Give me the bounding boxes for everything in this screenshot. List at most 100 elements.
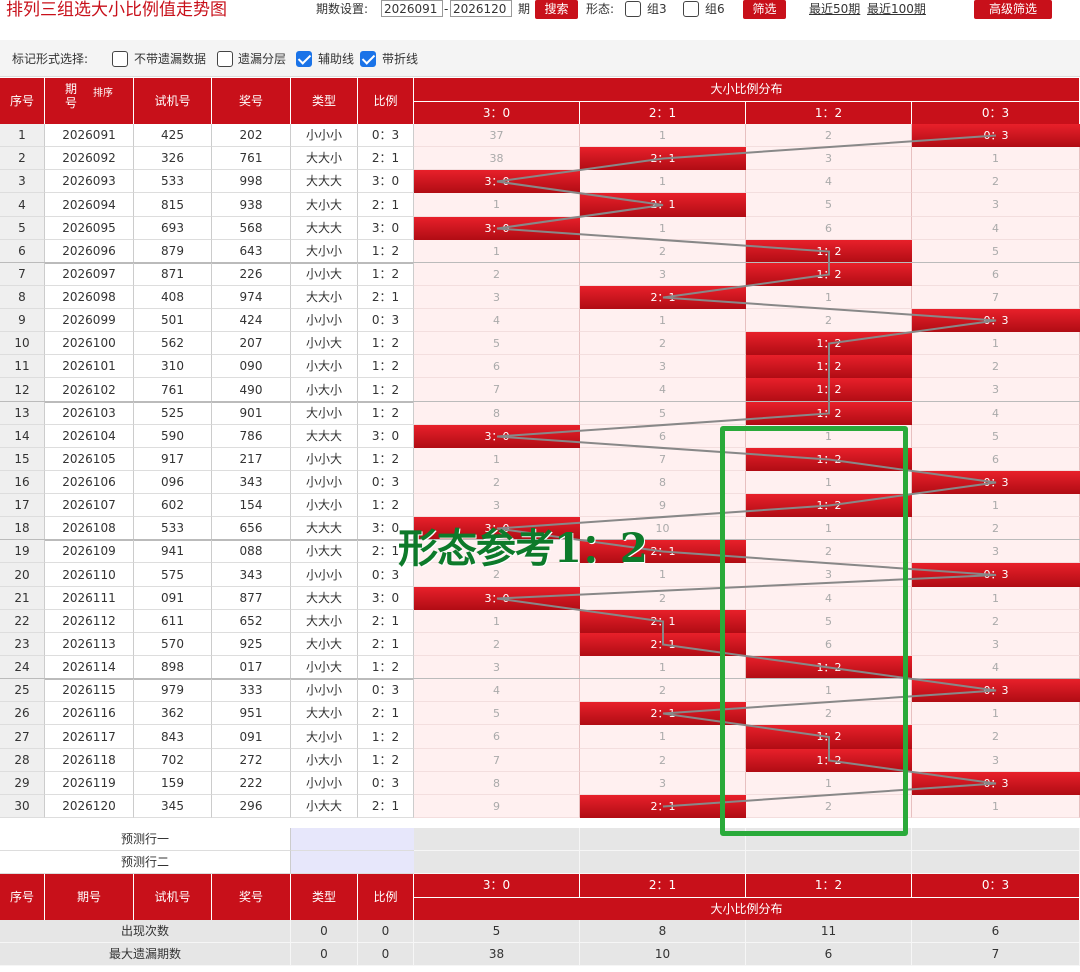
row-award-number: 998 — [212, 170, 291, 193]
row-seq: 13 — [0, 402, 45, 425]
row-ratio: 3：0 — [358, 170, 414, 193]
footer-dist-col: 0：3 — [912, 874, 1080, 897]
predict-row-1-input[interactable] — [291, 828, 414, 851]
row-test-number: 871 — [134, 263, 212, 286]
row-type: 小大小 — [291, 494, 358, 517]
missing-count: 1 — [912, 494, 1080, 517]
hit-marker: 1：2 — [746, 332, 912, 355]
missing-count: 5 — [414, 332, 580, 355]
hit-marker: 3：0 — [414, 425, 580, 448]
row-period: 2026119 — [45, 772, 134, 795]
row-type: 小小大 — [291, 263, 358, 286]
mark-options-label: 标记形式选择: — [12, 52, 89, 66]
hit-marker: 1：2 — [746, 378, 912, 402]
row-test-number: 562 — [134, 332, 212, 355]
missing-count: 2 — [414, 471, 580, 494]
missing-count: 6 — [912, 263, 1080, 286]
predict-row-1-cell[interactable] — [414, 828, 580, 851]
predict-row-1: 预测行一 — [0, 828, 291, 851]
predict-row-2-cell[interactable] — [912, 851, 1080, 874]
row-period: 2026111 — [45, 587, 134, 610]
footer-period: 期号 — [45, 874, 134, 920]
row-ratio: 2：1 — [358, 633, 414, 656]
period-unit-label: 期 — [518, 2, 531, 16]
missing-layer-checkbox[interactable] — [217, 51, 233, 67]
auxiliary-line-checkbox[interactable] — [296, 51, 312, 67]
missing-count: 4 — [746, 170, 912, 193]
footer-seq: 序号 — [0, 874, 45, 920]
footer-dist-col: 3：0 — [414, 874, 580, 897]
start-period-input[interactable]: 2026091 — [381, 0, 443, 17]
row-award-number: 643 — [212, 240, 291, 263]
missing-count: 4 — [912, 402, 1080, 425]
missing-count: 4 — [414, 679, 580, 702]
filter-button[interactable]: 筛选 — [743, 0, 786, 19]
row-ratio: 1：2 — [358, 749, 414, 772]
row-period: 2026095 — [45, 217, 134, 240]
group3-checkbox[interactable] — [625, 1, 641, 17]
row-award-number: 877 — [212, 587, 291, 610]
sort-button[interactable]: 排序 — [93, 88, 113, 100]
row-type: 大大大 — [291, 587, 358, 610]
search-button[interactable]: 搜索 — [535, 0, 578, 19]
missing-count: 3 — [912, 193, 1080, 217]
row-ratio: 1：2 — [358, 725, 414, 749]
advanced-filter-button[interactable]: 高级筛选 — [974, 0, 1052, 19]
recent-50-link[interactable]: 最近50期 — [809, 0, 860, 18]
row-ratio: 1：2 — [358, 355, 414, 378]
missing-count: 8 — [414, 772, 580, 795]
hit-marker: 2：1 — [580, 193, 746, 217]
row-ratio: 2：1 — [358, 610, 414, 633]
row-period: 2026110 — [45, 563, 134, 587]
header-award-number: 奖号 — [212, 78, 291, 124]
row-seq: 23 — [0, 633, 45, 656]
row-test-number: 879 — [134, 240, 212, 263]
row-award-number: 652 — [212, 610, 291, 633]
predict-row-2-cell[interactable] — [746, 851, 912, 874]
missing-count: 1 — [746, 286, 912, 309]
missing-count: 1 — [912, 795, 1080, 818]
row-test-number: 345 — [134, 795, 212, 818]
missing-count: 7 — [414, 749, 580, 772]
predict-row-1-cell[interactable] — [912, 828, 1080, 851]
end-period-input[interactable]: 2026120 — [450, 0, 512, 17]
header-ratio: 比例 — [358, 78, 414, 124]
missing-count: 2 — [414, 633, 580, 656]
missing-count: 37 — [414, 124, 580, 147]
predict-row-2-cell[interactable] — [580, 851, 746, 874]
row-award-number: 207 — [212, 332, 291, 355]
footer-test-number: 试机号 — [134, 874, 212, 920]
group6-checkbox[interactable] — [683, 1, 699, 17]
row-period: 2026117 — [45, 725, 134, 749]
annotation-text: 形态参考1：2 — [398, 525, 648, 572]
row-ratio: 0：3 — [358, 124, 414, 147]
row-period: 2026107 — [45, 494, 134, 517]
missing-count: 3 — [912, 633, 1080, 656]
missing-count: 1 — [414, 193, 580, 217]
hit-marker: 0：3 — [912, 563, 1080, 587]
row-award-number: 901 — [212, 402, 291, 425]
missing-count: 1 — [912, 587, 1080, 610]
row-award-number: 925 — [212, 633, 291, 656]
hit-marker: 3：0 — [414, 587, 580, 610]
row-seq: 26 — [0, 702, 45, 725]
predict-row-2-input[interactable] — [291, 851, 414, 874]
row-seq: 7 — [0, 263, 45, 286]
polyline-checkbox[interactable] — [360, 51, 376, 67]
hit-marker: 1：2 — [746, 240, 912, 263]
no-missing-data-checkbox[interactable] — [112, 51, 128, 67]
group3-label: 组3 — [647, 2, 667, 16]
row-type: 小大小 — [291, 378, 358, 402]
row-seq: 30 — [0, 795, 45, 818]
predict-row-2-cell[interactable] — [414, 851, 580, 874]
row-ratio: 1：2 — [358, 494, 414, 517]
row-test-number: 159 — [134, 772, 212, 795]
row-period: 2026097 — [45, 263, 134, 286]
row-test-number: 310 — [134, 355, 212, 378]
row-seq: 8 — [0, 286, 45, 309]
recent-100-link[interactable]: 最近100期 — [867, 0, 926, 18]
missing-count: 38 — [414, 147, 580, 170]
row-period: 2026109 — [45, 540, 134, 563]
row-type: 大大大 — [291, 517, 358, 540]
row-seq: 29 — [0, 772, 45, 795]
